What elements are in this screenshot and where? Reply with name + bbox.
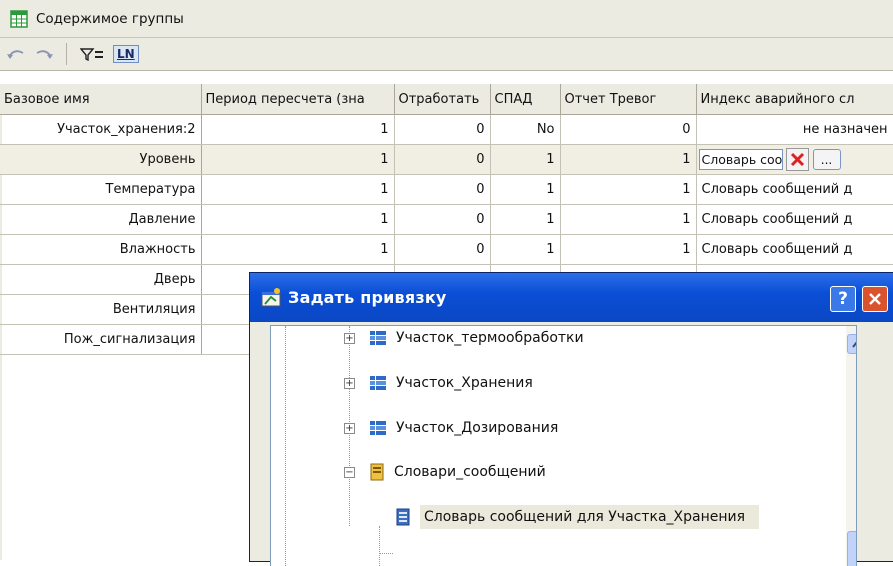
cell-spad[interactable]: 1	[490, 234, 561, 265]
cell-alarm-index[interactable]: Словарь сообщений д	[696, 234, 893, 265]
filter-button[interactable]	[79, 42, 109, 66]
cell-alarm-report[interactable]: 0	[560, 114, 697, 145]
toolbar-separator	[66, 43, 67, 65]
tree-connector-line	[285, 326, 286, 566]
tree-node-dictionaries[interactable]: − Словари_сообщений	[344, 459, 546, 485]
cell-spad[interactable]: 1	[490, 174, 561, 205]
tree-node-label: Участок_термообработки	[396, 330, 584, 346]
table-row-selected[interactable]: Уровень 1 0 1 1 Словарь сооб ...	[0, 144, 893, 175]
ln-toggle-button[interactable]: LN	[113, 45, 139, 63]
table-row[interactable]: Давление 1 0 1 1 Словарь сообщений д	[0, 204, 893, 235]
cell-period[interactable]: 1	[201, 204, 395, 235]
cell-process[interactable]: 0	[394, 234, 491, 265]
tree-node-storage-dictionary[interactable]: Словарь сообщений для Участка_Хранения	[395, 504, 760, 530]
cell-alarm-index[interactable]: Словарь сообщений д	[696, 204, 893, 235]
table-icon	[10, 9, 28, 28]
set-binding-dialog: Задать привязку ? + Участок_термообработ…	[249, 272, 893, 566]
group-node-icon	[370, 331, 386, 345]
column-header-base-name[interactable]: Базовое имя	[0, 84, 202, 115]
undo-button[interactable]	[4, 42, 28, 66]
expand-icon[interactable]: +	[344, 332, 355, 344]
binding-dialog-icon	[261, 287, 281, 306]
scroll-thumb[interactable]	[847, 531, 856, 566]
dictionary-folder-icon	[370, 463, 384, 481]
tree-node-label: Словари_сообщений	[394, 464, 546, 480]
tree-node-thermo[interactable]: + Участок_термообработки	[344, 326, 584, 351]
cell-base-name[interactable]: Температура	[0, 174, 202, 205]
cell-base-name[interactable]: Влажность	[0, 234, 202, 265]
cell-base-name[interactable]: Участок_хранения:2	[0, 114, 202, 145]
cell-base-name[interactable]: Давление	[0, 204, 202, 235]
table-row[interactable]: Участок_хранения:2 1 0 No 0 не назначен	[0, 114, 893, 145]
cell-base-name[interactable]: Пож_сигнализация	[0, 324, 202, 355]
browse-button[interactable]: ...	[812, 149, 841, 170]
binding-tree[interactable]: + Участок_термообработки + Участок_Хране…	[270, 325, 857, 566]
cell-alarm-index[interactable]: не назначен	[696, 114, 893, 145]
cell-base-name[interactable]: Дверь	[0, 264, 202, 295]
tree-node-label: Участок_Дозирования	[396, 420, 559, 436]
dialog-title: Задать привязку	[288, 288, 447, 307]
cell-process[interactable]: 0	[394, 114, 491, 145]
undo-icon	[7, 50, 24, 59]
cell-alarm-index[interactable]: Словарь сообщений д	[696, 174, 893, 205]
filter-icon	[80, 48, 103, 61]
close-icon	[869, 293, 881, 305]
alarm-index-input[interactable]: Словарь сооб	[698, 149, 783, 170]
group-node-icon	[370, 376, 386, 390]
help-button[interactable]: ?	[830, 286, 856, 312]
cell-period[interactable]: 1	[201, 234, 395, 265]
cell-alarm-report[interactable]: 1	[560, 204, 697, 235]
column-header-alarm-index[interactable]: Индекс аварийного сл	[696, 84, 893, 115]
chevron-up-icon	[852, 341, 856, 348]
panel-titlebar: Содержимое группы	[0, 0, 893, 38]
cell-period[interactable]: 1	[201, 174, 395, 205]
tree-node-dosing[interactable]: + Участок_Дозирования	[344, 415, 558, 441]
cell-process[interactable]: 0	[394, 144, 491, 175]
scroll-up-button[interactable]	[847, 334, 856, 354]
cell-period[interactable]: 1	[201, 114, 395, 145]
column-header-alarm-report[interactable]: Отчет Тревог	[560, 84, 697, 115]
cell-base-name[interactable]: Вентиляция	[0, 294, 202, 325]
cell-alarm-report[interactable]: 1	[560, 234, 697, 265]
tree-node-label: Словарь сообщений для Участка_Хранения	[420, 505, 760, 529]
cell-alarm-index-editor: Словарь сооб ...	[696, 144, 893, 175]
tree-node-label: Участок_Хранения	[396, 375, 533, 391]
tree-connector-line	[379, 553, 393, 554]
column-header-spad[interactable]: СПАД	[490, 84, 561, 115]
close-button[interactable]	[862, 286, 888, 312]
redo-icon	[36, 50, 53, 59]
toolbar: LN	[0, 38, 893, 71]
table-row[interactable]: Влажность 1 0 1 1 Словарь сообщений д	[0, 234, 893, 265]
cell-process[interactable]: 0	[394, 204, 491, 235]
redo-button[interactable]	[32, 42, 56, 66]
cell-alarm-report[interactable]: 1	[560, 144, 697, 175]
tree-node-storage[interactable]: + Участок_Хранения	[344, 370, 533, 396]
cell-base-name[interactable]: Уровень	[0, 144, 202, 175]
tree-scrollbar[interactable]	[846, 326, 856, 566]
alarm-index-editor: Словарь сооб ...	[698, 148, 891, 171]
column-header-period[interactable]: Период пересчета (зна	[201, 84, 395, 115]
table-header-row: Базовое имя Период пересчета (зна Отрабо…	[0, 84, 893, 115]
expand-icon[interactable]: +	[344, 377, 355, 389]
cell-spad[interactable]: 1	[490, 144, 561, 175]
group-node-icon	[370, 421, 386, 435]
cell-process[interactable]: 0	[394, 174, 491, 205]
cell-alarm-report[interactable]: 1	[560, 174, 697, 205]
panel-title: Содержимое группы	[36, 10, 184, 27]
dialog-titlebar[interactable]: Задать привязку ?	[250, 273, 893, 322]
cell-spad[interactable]: No	[490, 114, 561, 145]
collapse-icon[interactable]: −	[344, 466, 355, 478]
tree-connector-line	[379, 526, 380, 566]
expand-icon[interactable]: +	[344, 422, 355, 434]
cell-spad[interactable]: 1	[490, 204, 561, 235]
table-row[interactable]: Температура 1 0 1 1 Словарь сообщений д	[0, 174, 893, 205]
dictionary-icon	[396, 508, 410, 526]
column-header-process[interactable]: Отработать	[394, 84, 491, 115]
clear-binding-button[interactable]	[785, 148, 809, 171]
delete-x-icon	[790, 152, 804, 167]
cell-period[interactable]: 1	[201, 144, 395, 175]
